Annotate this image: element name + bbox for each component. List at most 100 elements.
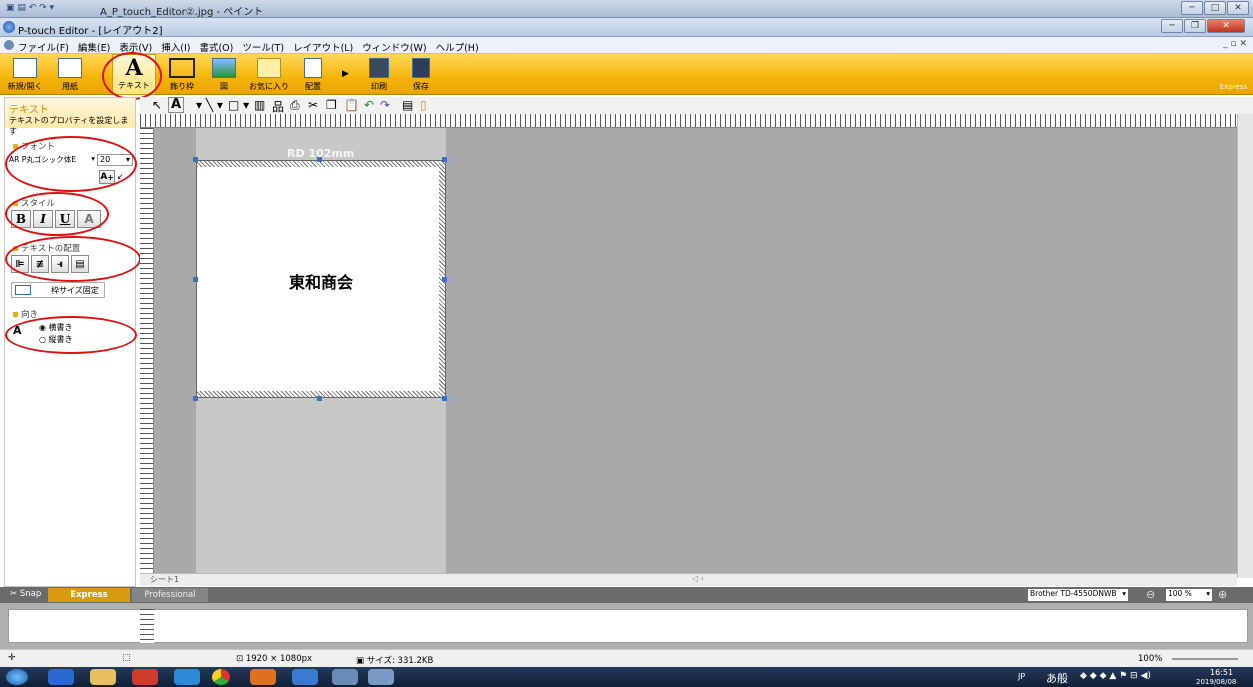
vertical-ruler xyxy=(140,128,154,578)
office-icon[interactable] xyxy=(250,669,276,685)
panel-header: テキスト テキストのプロパティを設定します xyxy=(5,98,135,136)
property-dock-icon[interactable]: ▤ xyxy=(402,98,413,112)
menu-format[interactable]: 書式(O) xyxy=(199,40,233,54)
zoom-dropdown[interactable]: 100 % ▾ xyxy=(1166,589,1212,601)
internet-explorer-icon[interactable] xyxy=(174,669,200,685)
arrange-label: 配置 xyxy=(305,82,321,91)
chrome-icon[interactable] xyxy=(212,669,230,685)
sheet-tab[interactable]: シート1 xyxy=(150,574,179,585)
line-tool-icon[interactable]: ▾ ╲ ▾ xyxy=(196,98,223,112)
new-open-icon xyxy=(13,58,37,78)
new-open-label: 新規/開く xyxy=(7,82,43,91)
new-open-button[interactable]: 新規/開く xyxy=(6,54,44,95)
shape-tool-icon[interactable]: □ ▾ xyxy=(228,98,249,112)
resize-handle[interactable] xyxy=(317,157,322,162)
ime-chars[interactable]: あ般 xyxy=(1046,670,1068,686)
maximize-icon[interactable]: □ xyxy=(1204,1,1226,15)
mdi-controls[interactable]: _ ▫ ✕ xyxy=(1223,39,1247,49)
frame-label: 飾り枠 xyxy=(170,82,194,91)
drawing-toolbar: ↖ A ▾ ╲ ▾ □ ▾ ▥ 品 ⎙ ✂ ❐ 📋 ↶ ↷ ▤ ▯ xyxy=(140,97,1253,114)
menu-bar: ファイル(F) 編集(E) 表示(V) 挿入(I) 書式(O) ツール(T) レ… xyxy=(0,37,1253,54)
close-icon[interactable]: ✕ xyxy=(1227,1,1249,15)
menu-edit[interactable]: 編集(E) xyxy=(78,40,110,54)
ptouch-taskbar-icon[interactable] xyxy=(332,669,358,685)
outlook-icon[interactable] xyxy=(48,669,74,685)
snap-label: Snap xyxy=(19,589,42,599)
close-icon[interactable]: ✕ xyxy=(1207,19,1245,33)
print-icon xyxy=(369,58,389,78)
resize-handle[interactable] xyxy=(193,157,198,162)
minimize-icon[interactable]: ─ xyxy=(1161,19,1183,33)
explorer-folder-icon[interactable] xyxy=(90,669,116,685)
cut-icon[interactable]: ✂ xyxy=(308,98,318,112)
horizontal-scroll-arrows-icon[interactable]: ◁ ‹ xyxy=(692,574,704,583)
file-size-text: サイズ: 331.2KB xyxy=(366,656,434,666)
resize-handle[interactable] xyxy=(317,396,322,401)
resize-handle[interactable] xyxy=(442,157,447,162)
zoom-in-icon[interactable]: ⊕ xyxy=(1218,588,1227,601)
fixed-size-button[interactable]: 枠サイズ固定 xyxy=(11,282,105,298)
zoom-slider[interactable] xyxy=(1172,658,1238,660)
paint-status-bar: ✛ ⬚ ⊡ 1920 × 1080px ▣ サイズ: 331.2KB 100% xyxy=(0,649,1253,667)
resize-handle[interactable] xyxy=(193,277,198,282)
table-icon[interactable]: 品 xyxy=(272,98,284,115)
dimensions-text: 1920 × 1080px xyxy=(245,654,313,664)
paint-window-controls: ─ □ ✕ xyxy=(1181,1,1249,16)
app-red-icon[interactable] xyxy=(132,669,158,685)
font-highlight-circle xyxy=(5,136,137,192)
save-button[interactable]: 保存 xyxy=(404,54,438,95)
paper-button[interactable]: 用紙 xyxy=(50,54,90,95)
barcode-icon[interactable]: ▥ xyxy=(254,98,265,112)
redo-icon[interactable]: ↷ xyxy=(380,98,390,112)
resize-handle[interactable] xyxy=(442,277,447,282)
menu-doc-icon[interactable] xyxy=(4,40,14,50)
favorites-button[interactable]: お気に入り xyxy=(246,54,292,95)
arrange-button[interactable]: 配置 xyxy=(296,54,330,95)
text-tool-icon[interactable]: A xyxy=(168,97,185,113)
db-icon[interactable]: ▯ xyxy=(420,98,427,112)
app-window-controls: ─ ❐ ✕ xyxy=(1161,19,1245,34)
restore-icon[interactable]: ❐ xyxy=(1184,19,1206,33)
frame-button[interactable]: 飾り枠 xyxy=(164,54,200,95)
image-button[interactable]: 図 xyxy=(208,54,240,95)
arrange-icon xyxy=(304,58,322,78)
print-button[interactable]: 印刷 xyxy=(362,54,396,95)
paint-taskbar-icon[interactable] xyxy=(368,669,394,685)
menu-window[interactable]: ウィンドウ(W) xyxy=(362,40,426,54)
paste-icon[interactable]: 📋 xyxy=(344,98,359,112)
sway-icon[interactable] xyxy=(292,669,318,685)
undo-icon[interactable]: ↶ xyxy=(364,98,374,112)
label-page[interactable]: 東和商会 xyxy=(196,160,446,398)
app-title-bar: P-touch Editor - [レイアウト2] ─ ❐ ✕ xyxy=(0,18,1253,37)
paint-title-bar: ▣ ▤ ↶ ↷ ▾ A_P_touch_Editor②.jpg - ペイント ─… xyxy=(0,0,1253,18)
system-tray-icons[interactable]: ◆ ◆ ◆ ▲ ⚑ ⊟ ◀) xyxy=(1080,671,1151,681)
zoom-value: 100 % xyxy=(1168,589,1192,598)
ime-mode[interactable]: JP xyxy=(1018,672,1025,681)
menu-tools[interactable]: ツール(T) xyxy=(242,40,284,54)
menu-insert[interactable]: 挿入(I) xyxy=(161,40,190,54)
chevron-right-icon[interactable]: ▶ xyxy=(342,69,349,79)
label-text-object[interactable]: 東和商会 xyxy=(197,269,445,293)
select-arrow-icon[interactable]: ↖ xyxy=(152,98,162,112)
minimize-icon[interactable]: ─ xyxy=(1181,1,1203,15)
print-small-icon[interactable]: ⎙ xyxy=(290,98,300,113)
vertical-scrollbar[interactable] xyxy=(1237,114,1253,578)
ribbon-toolbar: 新規/開く 用紙 A テキスト 飾り枠 図 お気に入り 配置 ▶ 印刷 保存 E… xyxy=(0,52,1253,100)
menu-layout[interactable]: レイアウト(L) xyxy=(293,40,353,54)
professional-mode-button[interactable]: Professional xyxy=(132,588,208,602)
resize-handle[interactable] xyxy=(193,396,198,401)
resize-handle[interactable] xyxy=(442,396,447,401)
paper-icon xyxy=(58,58,82,78)
express-mode-button[interactable]: Express xyxy=(48,588,130,602)
snap-mode-button[interactable]: ✂ Snap xyxy=(10,589,41,599)
copy-icon[interactable]: ❐ xyxy=(326,98,337,112)
menu-help[interactable]: ヘルプ(H) xyxy=(436,40,479,54)
print-label: 印刷 xyxy=(371,82,387,91)
mode-bar: ✂ Snap Express Professional Brother TD-4… xyxy=(0,587,1253,603)
save-icon xyxy=(412,58,430,78)
printer-dropdown[interactable]: Brother TD-4550DNWB ▾ xyxy=(1028,589,1128,601)
zoom-out-icon[interactable]: ⊖ xyxy=(1146,588,1155,601)
start-button-icon[interactable] xyxy=(6,669,28,685)
menu-file[interactable]: ファイル(F) xyxy=(18,40,69,54)
paint-quick-access-icon[interactable]: ▣ ▤ ↶ ↷ ▾ xyxy=(6,3,66,14)
